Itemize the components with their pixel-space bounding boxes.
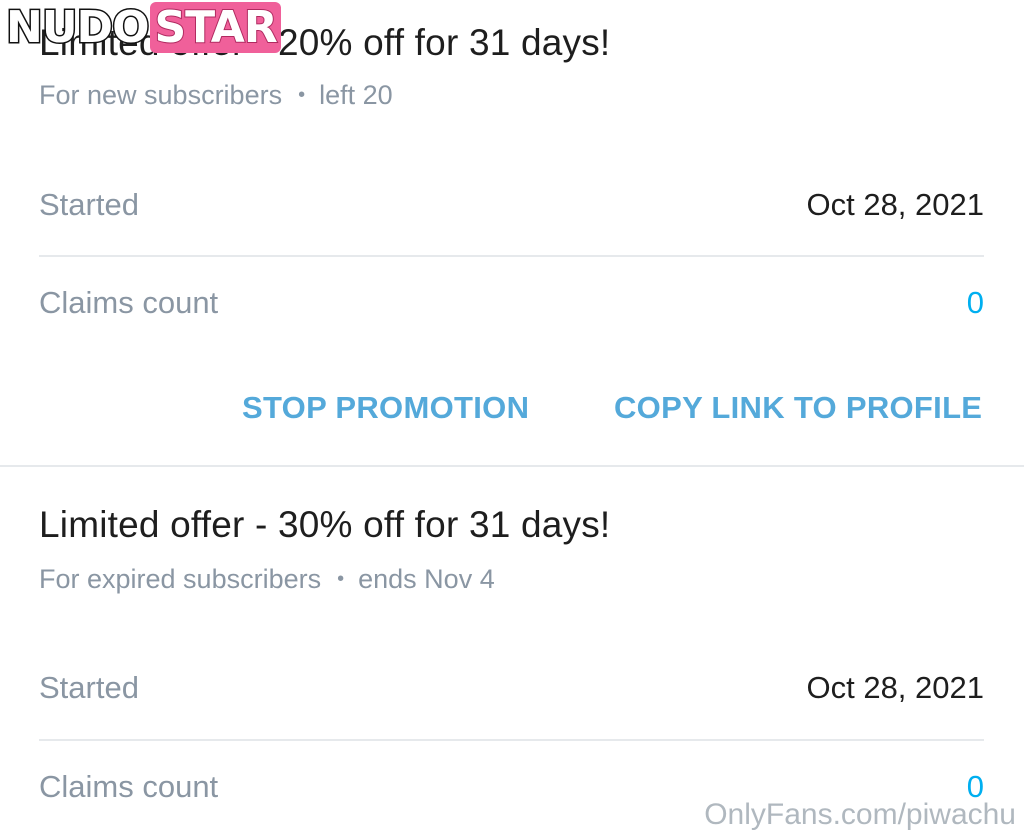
started-value: Oct 28, 2021 bbox=[806, 187, 984, 222]
copy-link-to-profile-button[interactable]: COPY LINK TO PROFILE bbox=[614, 390, 982, 426]
started-row: Started Oct 28, 2021 bbox=[39, 643, 984, 741]
separator-dot: • bbox=[337, 568, 345, 590]
watermark-logo-part1: NUDO bbox=[4, 0, 150, 54]
row-divider bbox=[39, 739, 984, 741]
stop-promotion-button[interactable]: STOP PROMOTION bbox=[242, 390, 529, 426]
card-divider bbox=[0, 465, 1024, 467]
started-label: Started bbox=[39, 670, 139, 705]
promotion-remaining: left 20 bbox=[319, 80, 393, 110]
claims-label: Claims count bbox=[39, 285, 219, 320]
separator-dot: • bbox=[298, 84, 306, 106]
promotion-audience: For new subscribers bbox=[39, 80, 283, 110]
promotion-card-1: Limited offer - 20% off for 31 days! For… bbox=[0, 0, 1024, 468]
promotion-audience: For expired subscribers bbox=[39, 564, 322, 594]
row-divider bbox=[39, 255, 984, 257]
nudostar-watermark-logo: NUDO STAR bbox=[4, 0, 281, 54]
onlyfans-watermark-text: OnlyFans.com/piwachu bbox=[704, 798, 1016, 831]
started-label: Started bbox=[39, 187, 139, 222]
promotion-subtitle: For new subscribers • left 20 bbox=[39, 80, 393, 111]
started-value: Oct 28, 2021 bbox=[806, 670, 984, 705]
claims-value[interactable]: 0 bbox=[967, 285, 984, 321]
started-row: Started Oct 28, 2021 bbox=[39, 160, 984, 258]
claims-row: Claims count 0 bbox=[39, 258, 984, 356]
promotion-card-2: Limited offer - 30% off for 31 days! For… bbox=[0, 468, 1024, 840]
claims-label: Claims count bbox=[39, 769, 219, 804]
promotion-title: Limited offer - 30% off for 31 days! bbox=[39, 504, 611, 545]
watermark-logo-part2: STAR bbox=[150, 1, 281, 54]
promotion-subtitle: For expired subscribers • ends Nov 4 bbox=[39, 564, 495, 595]
promotion-end-date: ends Nov 4 bbox=[358, 564, 495, 594]
